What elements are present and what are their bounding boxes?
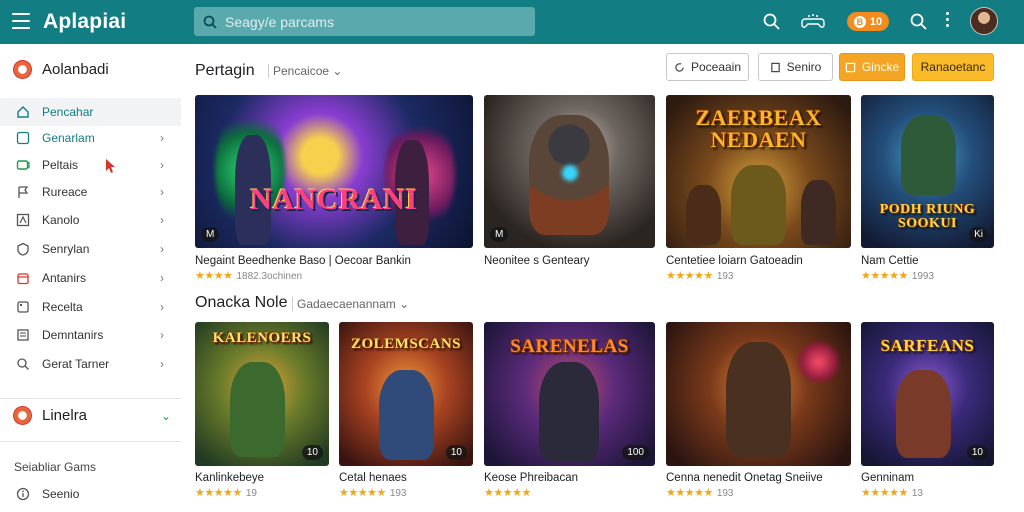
search-icon[interactable]	[909, 12, 929, 32]
card-rating: ★★★★★	[484, 486, 535, 499]
star-rating-icon: ★★★★★	[861, 487, 908, 499]
user-avatar[interactable]	[970, 7, 998, 35]
flag-icon	[18, 186, 29, 198]
search-bar[interactable]	[194, 7, 535, 36]
card-title[interactable]: Keose Phreibacan	[484, 472, 578, 484]
sidebar-item-2[interactable]: Peltais ›	[0, 151, 181, 179]
search-icon	[203, 15, 217, 29]
sidebar-item-8[interactable]: Demntanirs ›	[0, 321, 181, 349]
sidebar-item-footer[interactable]: Seenio	[0, 480, 181, 508]
more-vert-icon[interactable]	[946, 12, 950, 30]
card-title[interactable]: Cenna nenedit Onetag Sneiive	[666, 472, 823, 484]
action-button-3[interactable]: Gincke	[839, 53, 905, 81]
controller-icon	[16, 160, 30, 170]
section-filter-dropdown[interactable]: Gadaecaenannam ⌄	[292, 297, 409, 311]
grid-icon	[16, 131, 30, 145]
game-thumbnail[interactable]: KALENOERS 10	[195, 322, 329, 466]
bookmark-icon	[17, 329, 29, 341]
game-thumbnail[interactable]: ZOLEMSCANS 10	[339, 322, 473, 466]
sidebar-header: Aolanbadi	[13, 60, 109, 79]
game-thumbnail[interactable]: M	[484, 95, 655, 248]
hamburger-menu-icon[interactable]	[12, 13, 30, 29]
sidebar-item-7[interactable]: Recelta ›	[0, 293, 181, 321]
coin-balance-badge[interactable]: B 10	[847, 12, 889, 31]
sidebar-divider	[0, 398, 181, 399]
action-button-1[interactable]: Poceaain	[666, 53, 749, 81]
sidebar-item-9[interactable]: Gerat Tarner ›	[0, 350, 181, 378]
action-button-4[interactable]: Ranaoetanc	[912, 53, 994, 81]
card-rating: ★★★★★ 13	[861, 487, 923, 499]
card-rating: ★★★★ 1882.3ochinen	[195, 270, 303, 282]
grid-icon	[845, 62, 856, 72]
badge: 100	[622, 445, 649, 460]
puzzle-icon	[16, 213, 30, 227]
sidebar-item-5[interactable]: Senrylan ›	[0, 235, 181, 263]
card-rating: ★★★★★ 193	[666, 270, 734, 282]
star-rating-icon: ★★★★★	[861, 270, 908, 282]
card-rating: ★★★★★ 1993	[861, 270, 935, 282]
star-rating-icon: ★★★★	[195, 270, 233, 282]
calendar-icon	[17, 273, 29, 285]
card-title[interactable]: Genninam	[861, 472, 914, 484]
badge: 10	[966, 445, 988, 460]
sidebar-item-1[interactable]: Genarlam ›	[0, 124, 181, 152]
card-title[interactable]: Kanlinkebeye	[195, 472, 264, 484]
chevron-down-icon[interactable]: ⌄	[161, 409, 171, 423]
sidebar-item-3[interactable]: Rureace ›	[0, 178, 181, 206]
card-rating: ★★★★★ 193	[666, 487, 734, 499]
badge: Ki	[969, 227, 988, 242]
sidebar-item-home[interactable]: Pencahar	[0, 98, 181, 126]
top-app-bar: Aplapiai B10	[0, 0, 1024, 44]
info-icon	[16, 487, 30, 501]
section-filter-dropdown[interactable]: Pencaicoe ⌄	[268, 64, 342, 78]
card-title[interactable]: Negaint Beedhenke Baso | Oecoar Bankin	[195, 255, 411, 267]
card-title[interactable]: Nam Cettie	[861, 255, 919, 267]
search-icon[interactable]	[762, 12, 782, 32]
coin-icon: B	[853, 15, 866, 28]
card-title[interactable]: Centetiee loiarn Gatoeadin	[666, 255, 803, 267]
sidebar-footer-heading: Seiabliar Gams	[14, 460, 97, 474]
card-title[interactable]: Cetal henaes	[339, 472, 407, 484]
sidebar: Aolanbadi Pencahar Genarlam › Peltais › Ru…	[0, 44, 181, 512]
home-icon	[17, 106, 29, 118]
star-rating-icon: ★★★★★	[339, 487, 386, 499]
game-thumbnail[interactable]: SARENELAS 100	[484, 322, 655, 466]
chevron-down-icon: ⌄	[329, 64, 343, 78]
search-icon	[17, 358, 29, 370]
tag-icon	[17, 301, 29, 313]
brand-logo-icon	[13, 60, 32, 79]
badge: 10	[445, 445, 467, 460]
mouse-cursor-icon	[106, 159, 115, 173]
shield-icon	[17, 242, 29, 256]
card-rating: ★★★★★ 19	[195, 487, 257, 499]
game-thumbnail[interactable]	[666, 322, 851, 466]
section-title: Onacka Nole	[195, 294, 288, 311]
star-rating-icon: ★★★★★	[666, 270, 713, 282]
sidebar-item-4[interactable]: Kanolo ›	[0, 206, 181, 234]
star-rating-icon: ★★★★★	[484, 487, 531, 499]
action-button-2[interactable]: Seniro	[758, 53, 833, 81]
game-thumbnail[interactable]: ZAERBEAX NEDAEN	[666, 95, 851, 248]
app-title[interactable]: Aplapiai	[43, 10, 126, 34]
sidebar-item-6[interactable]: Antanirs ›	[0, 264, 181, 292]
badge: M	[490, 227, 509, 242]
badge: 10	[301, 445, 323, 460]
section-title: Pertagin	[195, 62, 255, 79]
card-rating: ★★★★★ 193	[339, 487, 407, 499]
document-icon	[770, 62, 780, 72]
refresh-icon	[675, 62, 684, 72]
badge: M	[201, 227, 220, 242]
star-rating-icon: ★★★★★	[666, 487, 713, 499]
chevron-down-icon: ⌄	[395, 297, 410, 311]
search-input[interactable]	[225, 13, 525, 30]
star-rating-icon: ★★★★★	[195, 487, 242, 499]
game-thumbnail[interactable]: NANCRANI M	[195, 95, 473, 248]
sidebar-section-header[interactable]: Linelra ⌄	[13, 406, 171, 425]
sidebar-divider	[0, 441, 181, 442]
game-thumbnail[interactable]: SARFEANS 10	[861, 322, 994, 466]
gamepad-icon[interactable]	[801, 12, 825, 32]
section-logo-icon	[13, 406, 32, 425]
card-title[interactable]: Neonitee s Genteary	[484, 255, 589, 267]
game-thumbnail[interactable]: PODH RIUNG SOOKUI Ki	[861, 95, 994, 248]
